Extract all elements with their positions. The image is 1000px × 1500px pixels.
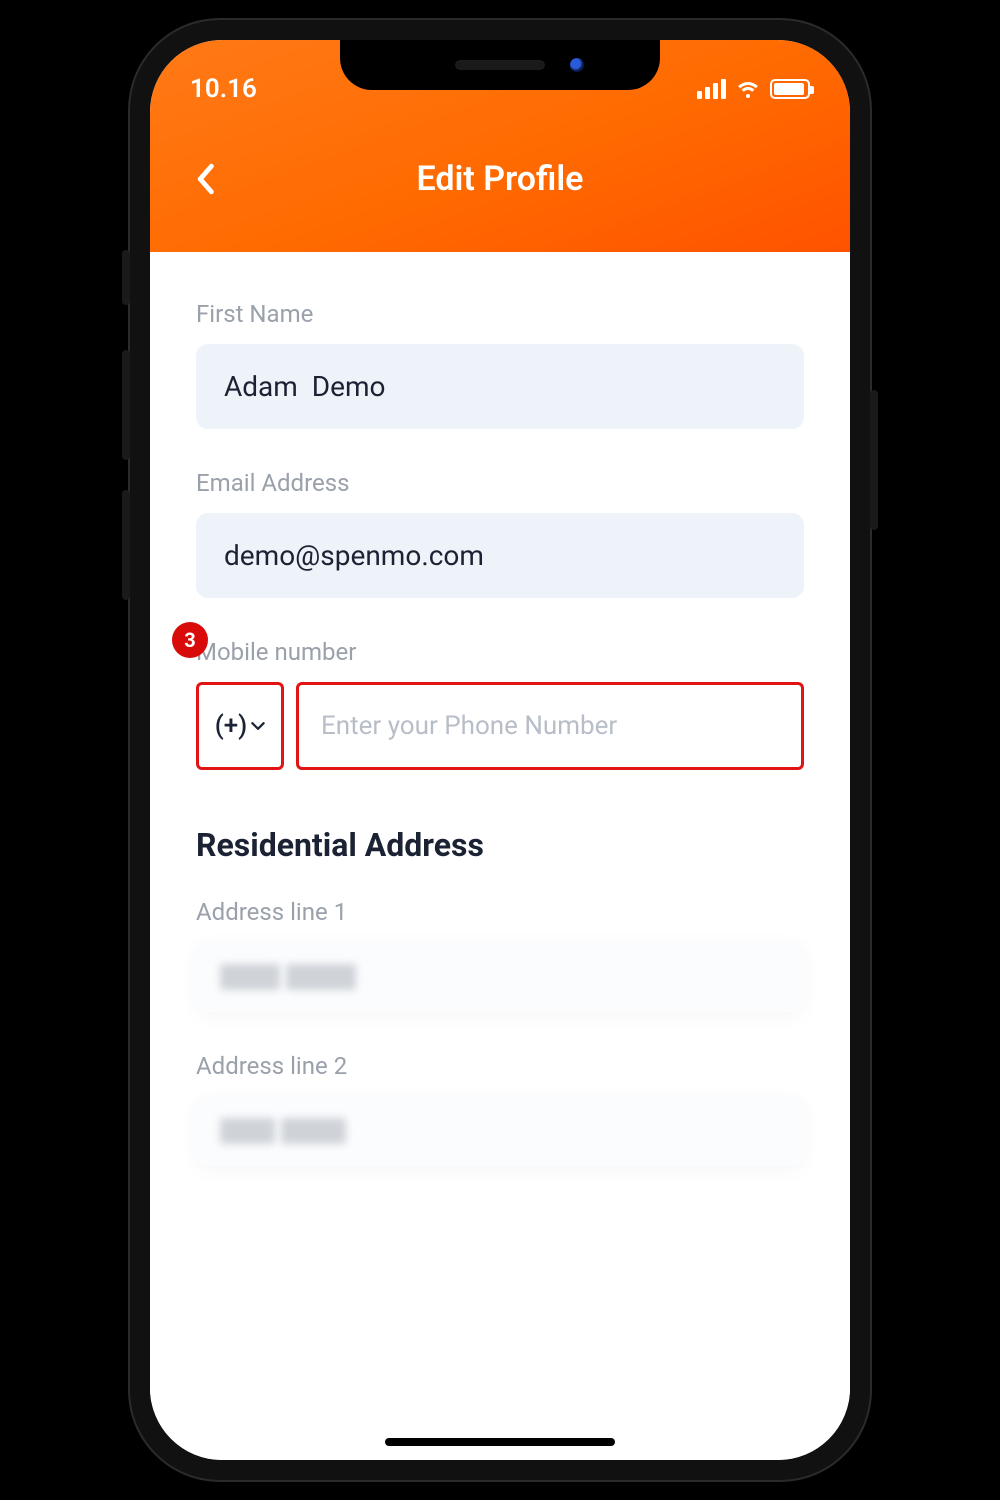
side-button xyxy=(870,390,878,530)
phone-input-wrap xyxy=(296,682,804,770)
cellular-icon xyxy=(697,79,726,99)
mobile-field: 3 Mobile number (+) xyxy=(196,638,804,770)
wifi-icon xyxy=(736,80,760,98)
phone-screen: 10.16 Edit Profile xyxy=(150,40,850,1460)
country-code-select[interactable]: (+) xyxy=(196,682,284,770)
address-line-1-input[interactable] xyxy=(196,942,804,1012)
side-button xyxy=(122,250,130,305)
email-label: Email Address xyxy=(196,469,804,497)
side-button xyxy=(122,490,130,600)
home-indicator[interactable] xyxy=(385,1438,615,1446)
email-field: Email Address xyxy=(196,469,804,598)
first-name-label: First Name xyxy=(196,300,804,328)
address-line-1-label: Address line 1 xyxy=(196,898,804,926)
address-line-2-label: Address line 2 xyxy=(196,1052,804,1080)
mobile-label: Mobile number xyxy=(196,638,804,666)
first-name-input[interactable] xyxy=(196,344,804,429)
first-name-field: First Name xyxy=(196,300,804,429)
chevron-down-icon xyxy=(251,721,265,731)
phone-frame: 10.16 Edit Profile xyxy=(130,20,870,1480)
country-code-value: (+) xyxy=(215,711,248,741)
address-section-title: Residential Address xyxy=(196,826,804,864)
address-line-1-field: Address line 1 xyxy=(196,898,804,1012)
address-line-2-field: Address line 2 xyxy=(196,1052,804,1166)
content-area: First Name Email Address 3 Mobile number… xyxy=(150,252,850,1460)
address-line-2-input[interactable] xyxy=(196,1096,804,1166)
step-annotation-badge: 3 xyxy=(172,622,208,658)
back-button[interactable] xyxy=(180,154,230,204)
redacted-content xyxy=(220,1118,780,1144)
battery-icon xyxy=(770,79,810,99)
page-title: Edit Profile xyxy=(417,159,584,199)
redacted-content xyxy=(220,964,780,990)
chevron-left-icon xyxy=(195,163,215,195)
side-button xyxy=(122,350,130,460)
phone-input[interactable] xyxy=(321,711,779,741)
device-notch xyxy=(340,40,660,90)
nav-bar: Edit Profile xyxy=(150,114,850,252)
email-input[interactable] xyxy=(196,513,804,598)
status-time: 10.16 xyxy=(190,74,257,104)
status-icons xyxy=(697,79,810,99)
